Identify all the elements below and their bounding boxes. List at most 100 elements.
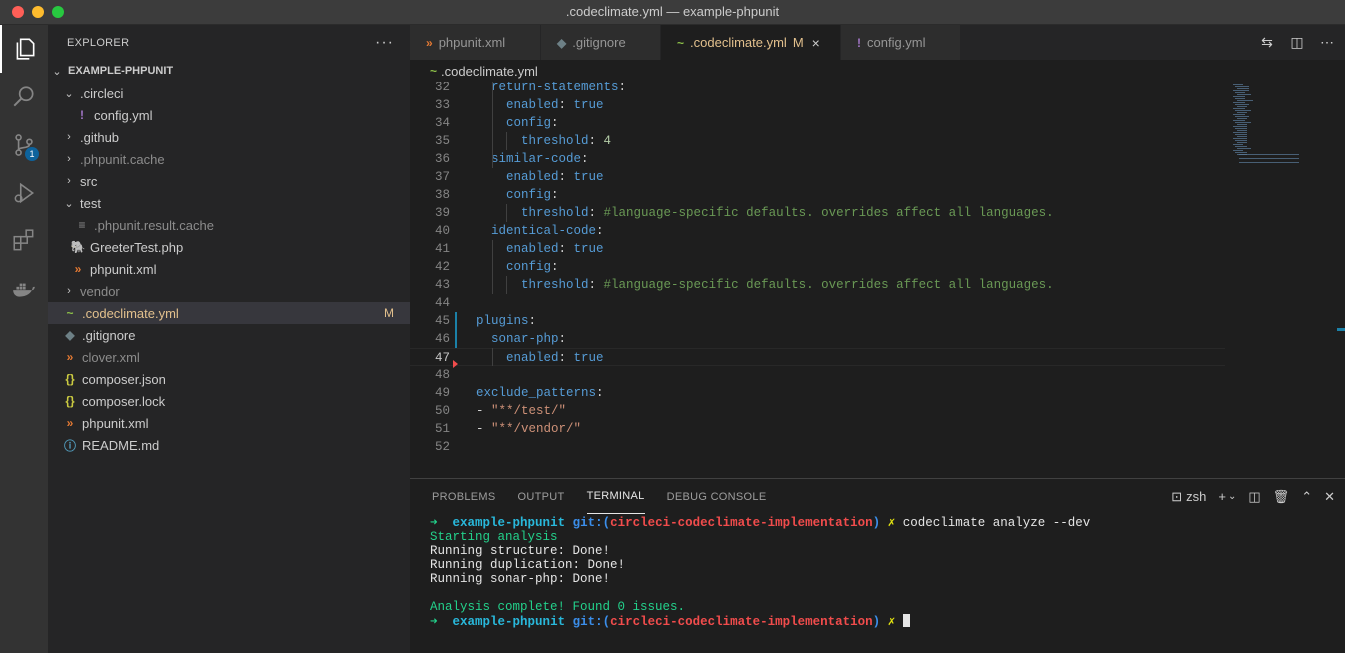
search-icon [13,86,34,107]
code-line: 50 - "**/test/" [410,402,1225,420]
shell-name[interactable]: zsh [1186,489,1206,504]
folder-item[interactable]: ⌄ test [48,192,410,214]
tab-config-yml[interactable]: ! config.yml [841,25,961,60]
file-item[interactable]: {} composer.lock [48,390,410,412]
docker-activity-button[interactable] [0,265,48,313]
window-title: .codeclimate.yml — example-phpunit [565,4,780,19]
minimap-line [1233,120,1245,121]
file-item[interactable]: ~ .codeclimate.yml M [48,302,410,324]
code-text: threshold: #language-specific defaults. … [521,278,1054,292]
file-item[interactable]: » clover.xml [48,346,410,368]
tab-phpunit-xml[interactable]: » phpunit.xml [410,25,541,60]
minimap-line [1235,110,1251,111]
split-terminal-icon[interactable]: ◫ [1248,489,1260,505]
open-changes-icon[interactable]: ⇆ [1259,34,1275,51]
folder-item[interactable]: › src [48,170,410,192]
folder-item[interactable]: › .github [48,126,410,148]
minimap-line [1237,88,1249,89]
new-terminal-icon[interactable]: + [1218,489,1226,504]
split-editor-icon[interactable]: ◫ [1289,34,1305,51]
file-type-icon: ~ [66,306,74,320]
project-name: EXAMPLE-PHPUNIT [68,65,174,77]
source-control-activity-button[interactable]: 1 [0,121,48,169]
minimap-line [1235,140,1247,141]
tab-output[interactable]: OUTPUT [518,479,565,514]
minimap-line [1237,124,1247,125]
indent-guide [492,240,493,294]
code-line: 49 exclude_patterns: [410,384,1225,402]
tree-item-label: test [80,195,101,211]
minimap-line [1237,94,1251,95]
line-number: 33 [434,98,450,112]
minimap-line [1233,126,1247,127]
tab-codeclimate-yml[interactable]: ~ .codeclimate.yml M × [661,25,841,60]
code-text: sonar-php: [491,332,567,346]
chevron-down-icon[interactable]: ⌄ [1228,491,1236,502]
folder-item[interactable]: › .phpunit.cache [48,148,410,170]
code-line: 34 config: [410,114,1225,132]
line-number: 35 [434,134,450,148]
run-debug-activity-button[interactable] [0,169,48,217]
chevron-down-icon: ⌄ [52,65,62,78]
file-item[interactable]: ◆ .gitignore [48,324,410,346]
extensions-activity-button[interactable] [0,217,48,265]
code-text: enabled: true [506,98,604,112]
breadcrumb-file[interactable]: .codeclimate.yml [441,64,538,79]
chevron-right-icon: › [67,131,71,143]
minimap-line [1237,148,1251,149]
file-item[interactable]: » phpunit.xml [48,412,410,434]
code-line: 33 enabled: true [410,96,1225,114]
line-number: 45 [434,314,450,328]
tree-item-label: vendor [80,283,120,299]
search-activity-button[interactable] [0,73,48,121]
docker-icon [13,283,35,297]
code-text: enabled: true [506,242,604,256]
code-line: 36 similar-code: [410,150,1225,168]
close-tab-icon[interactable]: × [812,35,820,51]
tab-gitignore[interactable]: ◆ .gitignore [541,25,661,60]
breadcrumb[interactable]: ~ .codeclimate.yml [410,60,1345,82]
explorer-sidebar: EXPLORER ··· ⌄ EXAMPLE-PHPUNIT ⌄ .circlec… [48,25,410,653]
minimap-line [1237,106,1247,107]
tree-item-label: README.md [82,437,160,453]
git-deleted-marker[interactable] [453,360,458,368]
tab-debug-console[interactable]: DEBUG CONSOLE [667,479,767,514]
terminal-line: Analysis complete! Found 0 issues. [430,600,686,614]
project-root[interactable]: ⌄ EXAMPLE-PHPUNIT [48,60,410,82]
tab-problems[interactable]: PROBLEMS [432,479,496,514]
minimap-line [1239,154,1299,155]
panel-actions: ⊡ zsh + ⌄ ◫ 🗑 ⌃ ✕ [1171,479,1335,514]
indent-guide [506,132,507,150]
file-type-icon: ◆ [65,328,75,342]
minimap-line [1233,138,1247,139]
line-number: 38 [434,188,450,202]
minimap-line [1233,84,1243,85]
code-line: 46 sonar-php: [410,330,1225,348]
maximize-panel-icon[interactable]: ⌃ [1301,489,1312,505]
minimap-line [1235,98,1245,99]
scrollbar-marker [1337,328,1345,331]
tab-label: config.yml [867,35,926,50]
tab-terminal[interactable]: TERMINAL [586,479,645,514]
more-icon[interactable]: ⋯ [1319,34,1335,51]
file-item[interactable]: 🐘 GreeterTest.php [48,236,410,258]
tab-label: phpunit.xml [438,35,506,50]
close-panel-icon[interactable]: ✕ [1324,489,1335,505]
git-added-marker[interactable] [455,312,457,348]
file-item[interactable]: {} composer.json [48,368,410,390]
file-item[interactable]: ≡ .phpunit.result.cache [48,214,410,236]
folder-item[interactable]: ⌄ .circleci [48,82,410,104]
file-item[interactable]: » phpunit.xml [48,258,410,280]
more-actions-button[interactable]: ··· [375,34,394,52]
folder-item[interactable]: › vendor [48,280,410,302]
trash-icon[interactable]: 🗑 [1273,489,1290,505]
file-item[interactable]: ⓘ README.md [48,434,410,456]
minimap-line [1233,132,1247,133]
code-editor[interactable]: 32 return-statements: 33 enabled: true 34 … [410,82,1345,478]
explorer-activity-button[interactable] [0,25,48,73]
terminal-output[interactable]: ➜ example-phpunit git:(circleci-codeclim… [430,516,1090,629]
indent-guide [506,204,507,222]
file-item[interactable]: ! config.yml [48,104,410,126]
bottom-panel: PROBLEMS OUTPUT TERMINAL DEBUG CONSOLE ⊡… [410,478,1345,653]
minimap[interactable] [1225,82,1335,192]
